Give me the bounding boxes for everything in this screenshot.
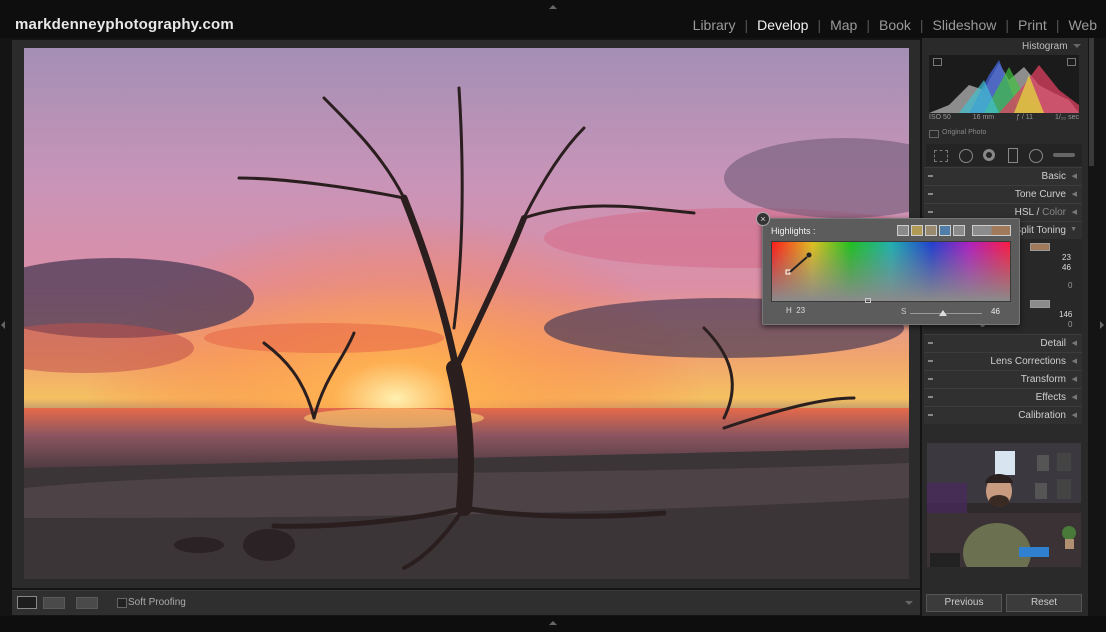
- module-map[interactable]: Map: [830, 17, 857, 33]
- balance-value[interactable]: 0: [1068, 281, 1072, 290]
- right-panel-scrollbar[interactable]: [1089, 38, 1094, 166]
- filmstrip-toggle-icon[interactable]: [549, 621, 557, 625]
- highlights-hue-value[interactable]: 23: [1062, 253, 1071, 262]
- highlights-swatch[interactable]: [1030, 243, 1050, 251]
- swatch-5[interactable]: [953, 225, 965, 236]
- radial-filter-icon[interactable]: [1029, 149, 1043, 163]
- spot-removal-icon[interactable]: [959, 149, 973, 163]
- highlights-saturation-value[interactable]: 46: [1062, 263, 1071, 272]
- soft-proofing-checkbox[interactable]: [117, 598, 127, 608]
- iso-value: ISO 50: [929, 114, 951, 121]
- module-print[interactable]: Print: [1018, 17, 1047, 33]
- left-panel-toggle-icon[interactable]: [1, 321, 5, 329]
- hue-marker[interactable]: [865, 298, 871, 303]
- lens-corrections-panel[interactable]: Lens Corrections ◀: [924, 352, 1082, 370]
- shadow-clipping-icon[interactable]: [933, 58, 942, 66]
- module-library[interactable]: Library: [693, 17, 736, 33]
- previous-button[interactable]: Previous: [926, 594, 1002, 612]
- calibration-panel[interactable]: Calibration ◀: [924, 406, 1082, 424]
- module-slideshow[interactable]: Slideshow: [933, 17, 997, 33]
- before-after-swap-button[interactable]: [76, 597, 98, 609]
- adjustment-brush-icon[interactable]: [1053, 153, 1075, 157]
- shutter-value: 1/₁₀ sec: [1055, 114, 1079, 121]
- swatch-3[interactable]: [925, 225, 937, 236]
- shadows-saturation-value[interactable]: 0: [1068, 320, 1072, 329]
- swatch-4[interactable]: [939, 225, 951, 236]
- right-panel-toggle-icon[interactable]: [1100, 321, 1104, 329]
- original-photo-label: Original Photo: [942, 129, 987, 136]
- presenter-video: [927, 443, 1081, 567]
- module-book[interactable]: Book: [879, 17, 911, 33]
- shadows-swatch[interactable]: [1030, 300, 1050, 308]
- swatch-2[interactable]: [911, 225, 923, 236]
- detail-panel[interactable]: Detail ◀: [924, 334, 1082, 352]
- picker-title: Highlights :: [771, 226, 816, 236]
- module-develop[interactable]: Develop: [757, 17, 808, 33]
- camera-info: ISO 50 16 mm ƒ / 11 1/₁₀ sec: [929, 114, 1079, 121]
- saturation-value[interactable]: 46: [991, 307, 1000, 316]
- saturation-slider-thumb[interactable]: [939, 310, 947, 316]
- before-after-button[interactable]: [43, 597, 65, 609]
- module-picker: Library | Develop | Map | Book | Slideshow | …: [692, 17, 1097, 33]
- hue-value[interactable]: H 23: [786, 306, 805, 315]
- reset-button[interactable]: Reset: [1006, 594, 1082, 612]
- close-icon[interactable]: ×: [756, 212, 770, 226]
- effects-panel[interactable]: Effects ◀: [924, 388, 1082, 406]
- toolbar-menu-icon[interactable]: [905, 601, 913, 605]
- current-color-preview: [972, 225, 1011, 236]
- module-web[interactable]: Web: [1068, 17, 1097, 33]
- loupe-view-button[interactable]: [17, 596, 37, 609]
- soft-proofing-label: Soft Proofing: [128, 597, 186, 608]
- hue-saturation-field[interactable]: [771, 241, 1011, 302]
- identity-plate: markdenneyphotography.com: [15, 16, 234, 33]
- basic-panel[interactable]: Basic ◀: [924, 167, 1082, 185]
- original-photo-checkbox[interactable]: [929, 130, 939, 138]
- graduated-filter-icon[interactable]: [1008, 148, 1018, 163]
- shadows-hue-value[interactable]: 146: [1059, 310, 1072, 319]
- highlight-clipping-icon[interactable]: [1067, 58, 1076, 66]
- saturation-label: S: [901, 307, 907, 316]
- histogram-graph: [929, 55, 1079, 113]
- histogram-title[interactable]: Histogram: [1022, 41, 1068, 52]
- red-eye-icon[interactable]: [983, 149, 995, 161]
- histogram-collapse-icon[interactable]: [1073, 44, 1081, 48]
- focal-length-value: 16 mm: [972, 114, 995, 121]
- top-panel-toggle-icon[interactable]: [549, 5, 557, 9]
- aperture-value: ƒ / 11: [1016, 114, 1034, 121]
- swatch-1[interactable]: [897, 225, 909, 236]
- crop-tool-icon[interactable]: [934, 150, 948, 162]
- tone-curve-panel[interactable]: Tone Curve ◀: [924, 185, 1082, 203]
- transform-panel[interactable]: Transform ◀: [924, 370, 1082, 388]
